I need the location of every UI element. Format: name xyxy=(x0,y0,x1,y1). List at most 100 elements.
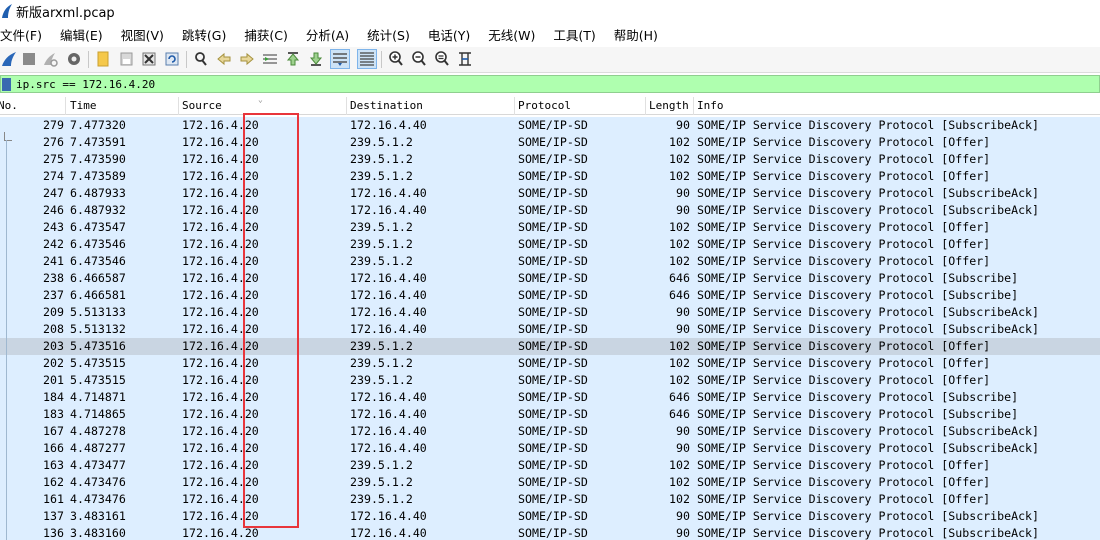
packet-destination: 172.16.4.40 xyxy=(350,322,427,336)
packet-row[interactable]: 203 5.473516 172.16.4.20 239.5.1.2 SOME/IP-S… xyxy=(0,338,1100,355)
packet-time: 6.466587 xyxy=(70,271,126,285)
packet-time: 3.483160 xyxy=(70,526,126,540)
packet-length: 102 xyxy=(669,254,690,268)
packet-destination: 172.16.4.40 xyxy=(350,305,427,319)
close-file-icon[interactable] xyxy=(139,49,159,69)
resize-columns-icon[interactable] xyxy=(455,49,475,69)
packet-row[interactable]: 162 4.473476 172.16.4.20 239.5.1.2 SOME/IP-S… xyxy=(0,474,1100,491)
packet-row[interactable]: 237 6.466581 172.16.4.20 172.16.4.40 SOME/IP… xyxy=(0,287,1100,304)
menu-file[interactable]: 文件(F) xyxy=(0,25,42,44)
menu-go[interactable]: 跳转(G) xyxy=(182,25,226,44)
packet-destination: 239.5.1.2 xyxy=(350,237,413,251)
packet-row[interactable]: 238 6.466587 172.16.4.20 172.16.4.40 SOME/IP… xyxy=(0,270,1100,287)
packet-row[interactable]: 167 4.487278 172.16.4.20 172.16.4.40 SOME/IP… xyxy=(0,423,1100,440)
packet-destination: 239.5.1.2 xyxy=(350,339,413,353)
menu-analyze[interactable]: 分析(A) xyxy=(306,25,349,44)
reload-file-icon[interactable] xyxy=(162,49,182,69)
menu-telephony[interactable]: 电话(Y) xyxy=(428,25,470,44)
packet-row[interactable]: 279 7.477320 172.16.4.20 172.16.4.40 SOME/IP… xyxy=(0,117,1100,134)
packet-list[interactable]: 279 7.477320 172.16.4.20 172.16.4.40 SOME/IP… xyxy=(0,117,1100,540)
packet-list-header: No. Time Source ⌄ Destination Protocol L… xyxy=(0,95,1100,115)
packet-row[interactable]: 243 6.473547 172.16.4.20 239.5.1.2 SOME/IP-S… xyxy=(0,219,1100,236)
packet-row[interactable]: 276 7.473591 172.16.4.20 239.5.1.2 SOME/IP-S… xyxy=(0,134,1100,151)
packet-no: 275 xyxy=(43,152,64,166)
packet-length: 102 xyxy=(669,152,690,166)
auto-scroll-icon[interactable] xyxy=(330,49,350,69)
packet-row[interactable]: 184 4.714871 172.16.4.20 172.16.4.40 SOME/IP… xyxy=(0,389,1100,406)
packet-protocol: SOME/IP-SD xyxy=(518,152,588,166)
go-forward-icon[interactable] xyxy=(237,49,257,69)
packet-row[interactable]: 274 7.473589 172.16.4.20 239.5.1.2 SOME/IP-S… xyxy=(0,168,1100,185)
go-back-icon[interactable] xyxy=(214,49,234,69)
packet-row[interactable]: 166 4.487277 172.16.4.20 172.16.4.40 SOME/IP… xyxy=(0,440,1100,457)
menu-edit[interactable]: 编辑(E) xyxy=(60,25,103,44)
packet-time: 4.487277 xyxy=(70,441,126,455)
bookmark-icon[interactable] xyxy=(2,77,11,91)
normal-size-icon[interactable] xyxy=(432,49,452,69)
packet-protocol: SOME/IP-SD xyxy=(518,390,588,404)
packet-info: SOME/IP Service Discovery Protocol [Offe… xyxy=(697,152,991,166)
go-to-packet-icon[interactable] xyxy=(260,49,280,69)
packet-row[interactable]: 209 5.513133 172.16.4.20 172.16.4.40 SOME/IP… xyxy=(0,304,1100,321)
go-first-packet-icon[interactable] xyxy=(283,49,303,69)
restart-capture-icon[interactable] xyxy=(40,49,60,69)
packet-row[interactable]: 241 6.473546 172.16.4.20 239.5.1.2 SOME/IP-S… xyxy=(0,253,1100,270)
packet-row[interactable]: 246 6.487932 172.16.4.20 172.16.4.40 SOME/IP… xyxy=(0,202,1100,219)
menu-wireless[interactable]: 无线(W) xyxy=(488,25,535,44)
packet-row[interactable]: 202 5.473515 172.16.4.20 239.5.1.2 SOME/IP-S… xyxy=(0,355,1100,372)
column-header-length[interactable]: Length xyxy=(647,97,694,115)
packet-length: 102 xyxy=(669,373,690,387)
packet-protocol: SOME/IP-SD xyxy=(518,305,588,319)
column-header-no[interactable]: No. xyxy=(0,97,66,115)
packet-row[interactable]: 201 5.473515 172.16.4.20 239.5.1.2 SOME/IP-S… xyxy=(0,372,1100,389)
display-filter-input[interactable]: ip.src == 172.16.4.20 xyxy=(16,78,155,91)
packet-row[interactable]: 136 3.483160 172.16.4.20 172.16.4.40 SOME/IP… xyxy=(0,525,1100,540)
packet-row[interactable]: 208 5.513132 172.16.4.20 172.16.4.40 SOME/IP… xyxy=(0,321,1100,338)
packet-destination: 239.5.1.2 xyxy=(350,492,413,506)
go-last-packet-icon[interactable] xyxy=(306,49,326,69)
save-file-icon[interactable] xyxy=(116,49,136,69)
packet-destination: 239.5.1.2 xyxy=(350,254,413,268)
column-header-destination[interactable]: Destination xyxy=(348,97,515,115)
column-header-time[interactable]: Time xyxy=(68,97,179,115)
packet-destination: 172.16.4.40 xyxy=(350,526,427,540)
packet-no: 162 xyxy=(43,475,64,489)
packet-destination: 172.16.4.40 xyxy=(350,203,427,217)
packet-row[interactable]: 275 7.473590 172.16.4.20 239.5.1.2 SOME/IP-S… xyxy=(0,151,1100,168)
colorize-icon[interactable] xyxy=(357,49,377,69)
packet-row[interactable]: 137 3.483161 172.16.4.20 172.16.4.40 SOME/IP… xyxy=(0,508,1100,525)
packet-row[interactable]: 163 4.473477 172.16.4.20 239.5.1.2 SOME/IP-S… xyxy=(0,457,1100,474)
packet-protocol: SOME/IP-SD xyxy=(518,322,588,336)
menu-help[interactable]: 帮助(H) xyxy=(614,25,658,44)
zoom-in-icon[interactable] xyxy=(386,49,406,69)
packet-row[interactable]: 242 6.473546 172.16.4.20 239.5.1.2 SOME/IP-S… xyxy=(0,236,1100,253)
packet-destination: 239.5.1.2 xyxy=(350,356,413,370)
packet-no: 274 xyxy=(43,169,64,183)
find-packet-icon[interactable] xyxy=(191,49,211,69)
packet-row[interactable]: 161 4.473476 172.16.4.20 239.5.1.2 SOME/IP-S… xyxy=(0,491,1100,508)
packet-info: SOME/IP Service Discovery Protocol [Subs… xyxy=(697,271,1019,285)
menu-tools[interactable]: 工具(T) xyxy=(553,25,595,44)
open-file-icon[interactable] xyxy=(93,49,113,69)
packet-time: 7.477320 xyxy=(70,118,126,132)
packet-length: 90 xyxy=(676,526,690,540)
menu-view[interactable]: 视图(V) xyxy=(121,25,164,44)
capture-options-icon[interactable] xyxy=(64,49,84,69)
start-capture-icon[interactable] xyxy=(0,49,20,69)
packet-length: 102 xyxy=(669,135,690,149)
stop-capture-icon[interactable] xyxy=(19,49,39,69)
packet-time: 5.513133 xyxy=(70,305,126,319)
menu-statistics[interactable]: 统计(S) xyxy=(367,25,410,44)
packet-length: 90 xyxy=(676,322,690,336)
column-header-protocol[interactable]: Protocol xyxy=(516,97,646,115)
zoom-out-icon[interactable] xyxy=(409,49,429,69)
packet-length: 646 xyxy=(669,390,690,404)
packet-row[interactable]: 183 4.714865 172.16.4.20 172.16.4.40 SOME/IP… xyxy=(0,406,1100,423)
display-filter-bar[interactable]: ip.src == 172.16.4.20 xyxy=(0,75,1100,93)
packet-row[interactable]: 247 6.487933 172.16.4.20 172.16.4.40 SOME/IP… xyxy=(0,185,1100,202)
packet-time: 4.473476 xyxy=(70,475,126,489)
menu-capture[interactable]: 捕获(C) xyxy=(244,25,287,44)
column-header-info[interactable]: Info xyxy=(695,97,1100,115)
packet-time: 6.487933 xyxy=(70,186,126,200)
packet-time: 4.487278 xyxy=(70,424,126,438)
